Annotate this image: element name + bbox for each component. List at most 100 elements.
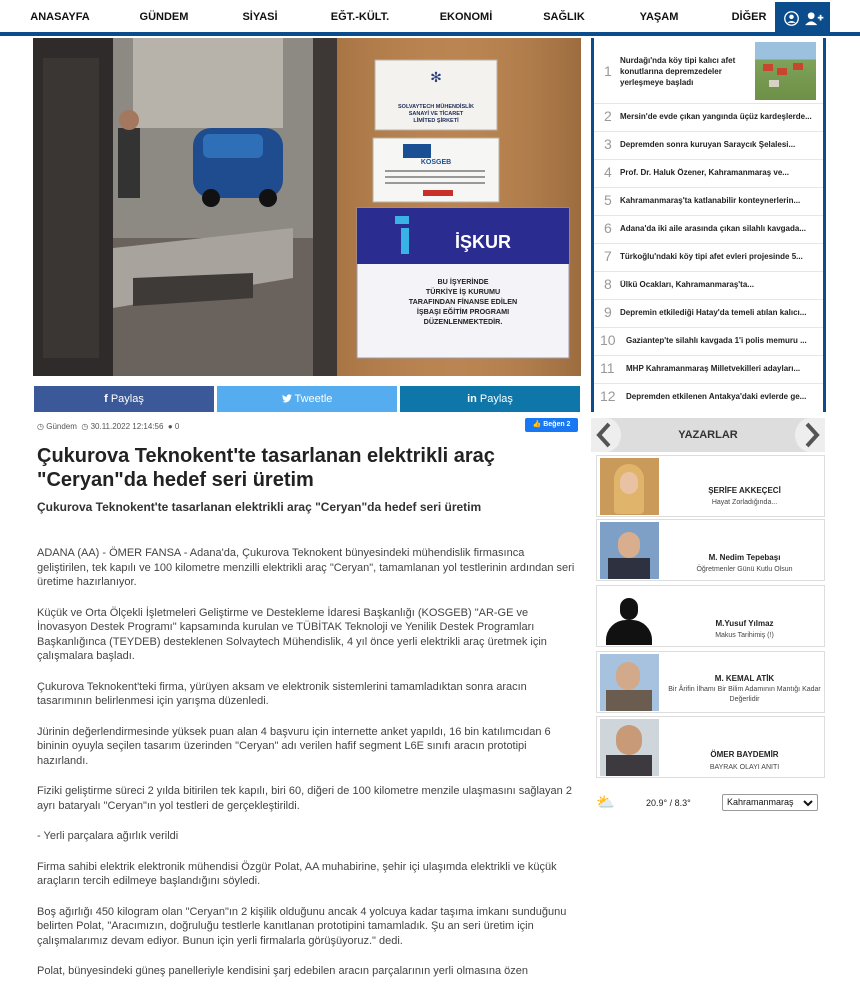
facebook-like-button[interactable]: 👍 Beğen 2 <box>525 418 578 432</box>
writers-header: YAZARLAR <box>591 418 825 452</box>
nav-item-egitim-kultur[interactable]: EĞT.-KÜLT. <box>322 0 398 32</box>
list-item[interactable]: 5 Kahramanmaraş'ta katlanabilir konteyne… <box>594 188 823 216</box>
list-item[interactable]: 12 Depremden etkilenen Antakya'daki evle… <box>594 384 823 412</box>
clock-icon: ◷ <box>37 422 44 431</box>
svg-text:SOLVAYTECH MÜHENDİSLİK: SOLVAYTECH MÜHENDİSLİK <box>398 103 474 110</box>
writer-photo <box>600 719 659 776</box>
nav-item-siyasi[interactable]: SİYASİ <box>228 0 292 32</box>
top-nav: ANASAYFA GÜNDEM SİYASİ EĞT.-KÜLT. EKONOM… <box>0 0 860 36</box>
list-item-title: Adana'da iki aile arasında çıkan silahlı… <box>620 224 806 233</box>
user-icon <box>784 11 799 26</box>
add-user-icon <box>805 12 824 26</box>
workshop-photo: ✻ SOLVAYTECH MÜHENDİSLİK SANAYİ VE TİCAR… <box>33 38 581 376</box>
writers-title: YAZARLAR <box>678 429 738 441</box>
list-item[interactable]: 11 MHP Kahramanmaraş Milletvekilleri ada… <box>594 356 823 384</box>
list-item-title: Kahramanmaraş'ta katlanabilir konteynerl… <box>620 196 801 205</box>
list-item-number: 2 <box>604 108 612 124</box>
list-item[interactable]: 3 Depremden sonra kuruyan Saraycık Şelal… <box>594 132 823 160</box>
comment-icon: ● <box>167 422 173 431</box>
writer-card[interactable]: M. Nedim Tepebaşı Öğretmenler Günü Kutlu… <box>596 519 825 581</box>
list-item-number: 8 <box>604 276 612 292</box>
twitter-icon <box>281 394 292 403</box>
svg-text:✻: ✻ <box>430 70 442 86</box>
list-item-title: Mersin'de evde çıkan yangında üçüz karde… <box>620 112 812 121</box>
writer-article: BAYRAK OLAYI ANITI <box>709 764 780 771</box>
popular-news-list: 1 Nurdağı'nda köy tipi kalıcı afet konut… <box>591 38 826 412</box>
linkedin-share-button[interactable]: in Paylaş <box>400 386 580 412</box>
facebook-icon: f <box>104 393 108 405</box>
temperature: 20.9° / 8.3° <box>646 798 691 808</box>
city-select[interactable]: Kahramanmaraş <box>722 794 818 811</box>
article-subheading: - Yerli parçalara ağırlık verildi <box>37 830 179 842</box>
list-item-number: 4 <box>604 164 612 180</box>
writer-name: M. KEMAL ATİK <box>714 674 775 683</box>
list-item-number: 7 <box>604 248 612 264</box>
list-item-title: Depremin etkilediği Hatay'da temeli atıl… <box>620 308 807 317</box>
twitter-share-button[interactable]: Tweetle <box>217 386 397 412</box>
writer-card[interactable]: ŞERİFE AKKEÇECİ Hayat Zorladığında... <box>596 455 825 517</box>
article-meta: ◷ Gündem ◷ 30.11.2022 12:14:56 ● 0 <box>37 422 179 431</box>
list-item-number: 11 <box>600 360 615 376</box>
list-item-number: 9 <box>604 304 612 320</box>
writer-article: Bir Ârifin İlhamı Bir Bilim Adamının Man… <box>668 686 821 703</box>
article-body: ADANA (AA) - ÖMER FANSA - Adana'da, Çuku… <box>37 546 577 995</box>
list-item[interactable]: 9 Depremin etkilediği Hatay'da temeli at… <box>594 300 823 328</box>
hero-image[interactable]: ✻ SOLVAYTECH MÜHENDİSLİK SANAYİ VE TİCAR… <box>33 38 581 376</box>
chevron-down-icon <box>803 800 813 807</box>
comment-count: 0 <box>174 422 180 431</box>
next-writer-button[interactable] <box>795 418 825 452</box>
chevron-right-icon <box>805 422 820 448</box>
list-item[interactable]: 2 Mersin'de evde çıkan yangında üçüz kar… <box>594 104 823 132</box>
city-select-value: Kahramanmaraş <box>727 797 794 807</box>
svg-text:LİMİTED ŞİRKETİ: LİMİTED ŞİRKETİ <box>413 117 459 124</box>
partly-cloudy-icon: ⛅ <box>596 794 615 811</box>
svg-text:TÜRKİYE İŞ KURUMU: TÜRKİYE İŞ KURUMU <box>426 287 500 296</box>
facebook-share-button[interactable]: f Paylaş <box>34 386 214 412</box>
list-item-number: 3 <box>604 136 612 152</box>
list-item-title: Nurdağı'nda köy tipi kalıcı afet konutla… <box>620 56 736 87</box>
svg-text:İŞKUR: İŞKUR <box>455 232 511 252</box>
svg-text:BU İŞYERİNDE: BU İŞYERİNDE <box>437 277 488 286</box>
list-item[interactable]: 4 Prof. Dr. Haluk Özener, Kahramanmaraş … <box>594 160 823 188</box>
writer-photo <box>600 654 659 711</box>
list-item-title: Depremden sonra kuruyan Saraycık Şelales… <box>620 140 796 149</box>
list-item-number: 1 <box>604 63 612 79</box>
writer-photo <box>600 522 659 579</box>
list-item[interactable]: 1 Nurdağı'nda köy tipi kalıcı afet konut… <box>594 38 823 104</box>
list-item[interactable]: 10 Gaziantep'te silahlı kavgada 1'i poli… <box>594 328 823 356</box>
list-item[interactable]: 6 Adana'da iki aile arasında çıkan silah… <box>594 216 823 244</box>
list-item-title: MHP Kahramanmaraş Milletvekilleri adayla… <box>626 364 801 373</box>
writer-article: Hayat Zorladığında... <box>711 499 778 506</box>
writer-name: ÖMER BAYDEMİR <box>710 750 779 759</box>
linkedin-icon: in <box>467 393 477 405</box>
nav-item-ekonomi[interactable]: EKONOMİ <box>432 0 500 32</box>
list-item[interactable]: 7 Türkoğlu'ndaki köy tipi afet evleri pr… <box>594 244 823 272</box>
user-menu-button[interactable] <box>775 2 830 34</box>
nav-item-saglik[interactable]: SAĞLIK <box>532 0 596 32</box>
nav-item-diger[interactable]: DİĞER <box>720 0 778 32</box>
nav-item-yasam[interactable]: YAŞAM <box>628 0 690 32</box>
list-item-number: 12 <box>600 388 616 404</box>
list-item-title: Ülkü Ocakları, Kahramanmaraş'ta... <box>620 280 754 289</box>
writer-name: M. Nedim Tepebaşı <box>708 553 781 562</box>
list-item-number: 6 <box>604 220 612 236</box>
writer-name: M.Yusuf Yılmaz <box>715 619 774 628</box>
writer-name: ŞERİFE AKKEÇECİ <box>708 486 781 495</box>
like-label: Beğen 2 <box>543 421 571 428</box>
article-paragraph: Küçük ve Orta Ölçekli İşletmeleri Gelişt… <box>37 606 547 663</box>
category-label: Gündem <box>46 422 77 431</box>
article-subtitle: Çukurova Teknokent'te tasarlanan elektri… <box>37 500 482 514</box>
list-item[interactable]: 8 Ülkü Ocakları, Kahramanmaraş'ta... <box>594 272 823 300</box>
nav-item-gundem[interactable]: GÜNDEM <box>128 0 200 32</box>
svg-text:KOSGEB: KOSGEB <box>421 159 451 166</box>
nav-item-anasayfa[interactable]: ANASAYFA <box>22 0 98 32</box>
article-paragraph: ADANA (AA) - ÖMER FANSA - Adana'da, Çuku… <box>37 547 575 588</box>
facebook-share-label: Paylaş <box>110 393 144 405</box>
list-item-number: 5 <box>604 192 612 208</box>
list-item-title: Gaziantep'te silahlı kavgada 1'i polis m… <box>626 336 807 345</box>
svg-text:DÜZENLENMEKTEDİR.: DÜZENLENMEKTEDİR. <box>424 317 503 326</box>
writer-card[interactable]: ÖMER BAYDEMİR BAYRAK OLAYI ANITI <box>596 716 825 778</box>
writer-card[interactable]: M. KEMAL ATİK Bir Ârifin İlhamı Bir Bili… <box>596 651 825 713</box>
article-paragraph: Fiziki geliştirme süreci 2 yılda bitiril… <box>37 785 572 812</box>
writer-card[interactable]: M.Yusuf Yılmaz Makus Tarihimiş (!) <box>596 585 825 647</box>
